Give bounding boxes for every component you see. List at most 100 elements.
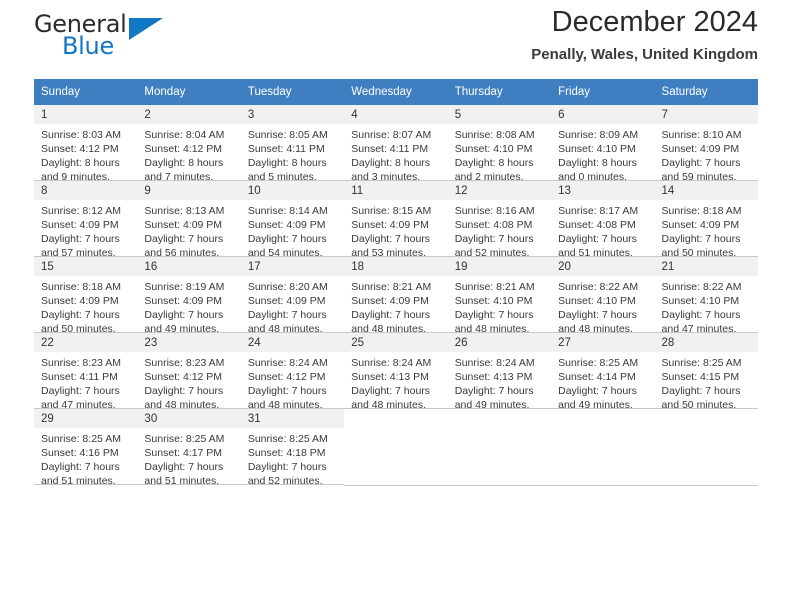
daylight-text-line1: Daylight: 7 hours xyxy=(41,309,120,321)
sunset-text: Sunset: 4:09 PM xyxy=(144,295,223,307)
calendar-day-cell[interactable]: 17 Sunrise: 8:20 AM Sunset: 4:09 PM Dayl… xyxy=(240,257,345,335)
calendar-day-cell[interactable]: 1 Sunrise: 8:03 AM Sunset: 4:12 PM Dayli… xyxy=(34,105,138,184)
calendar-day-cell[interactable]: 21 Sunrise: 8:22 AM Sunset: 4:10 PM Dayl… xyxy=(654,257,758,335)
sunrise-text: Sunrise: 8:05 AM xyxy=(247,129,328,141)
sunrise-sunset-calendar: Sunday Monday Tuesday Wednesday Thursday… xyxy=(34,79,758,488)
calendar-day-cell[interactable]: 31 Sunrise: 8:25 AM Sunset: 4:18 PM Dayl… xyxy=(240,409,345,488)
calendar-day-cell[interactable]: 9 Sunrise: 8:13 AM Sunset: 4:09 PM Dayli… xyxy=(137,181,241,259)
sunrise-text: Sunrise: 8:24 AM xyxy=(247,357,328,369)
day-number: 4 xyxy=(344,105,448,124)
sunrise-text: Sunrise: 8:14 AM xyxy=(247,205,328,217)
daylight-text-line1: Daylight: 7 hours xyxy=(454,309,534,321)
daylight-text-line1: Daylight: 7 hours xyxy=(558,233,637,245)
day-details: Sunrise: 8:10 AM Sunset: 4:09 PM Dayligh… xyxy=(655,124,758,184)
sunset-text: Sunset: 4:13 PM xyxy=(454,371,533,383)
calendar-day-cell[interactable]: 6 Sunrise: 8:09 AM Sunset: 4:10 PM Dayli… xyxy=(551,105,655,183)
calendar-day-cell[interactable]: 28 Sunrise: 8:25 AM Sunset: 4:15 PM Dayl… xyxy=(654,333,758,411)
sunrise-text: Sunrise: 8:23 AM xyxy=(144,357,225,369)
calendar-day-cell[interactable]: 20 Sunrise: 8:22 AM Sunset: 4:10 PM Dayl… xyxy=(551,257,655,336)
calendar-day-cell[interactable]: 12 Sunrise: 8:16 AM Sunset: 4:08 PM Dayl… xyxy=(447,181,552,259)
calendar-day-cell[interactable]: 11 Sunrise: 8:15 AM Sunset: 4:09 PM Dayl… xyxy=(344,181,448,260)
daylight-text-line1: Daylight: 7 hours xyxy=(144,385,224,397)
day-number: 22 xyxy=(34,333,138,352)
calendar-page: General Blue December 2024 Penally, Wale… xyxy=(0,0,792,612)
calendar-day-cell[interactable]: 13 Sunrise: 8:17 AM Sunset: 4:08 PM Dayl… xyxy=(551,181,655,260)
day-details: Sunrise: 8:25 AM Sunset: 4:18 PM Dayligh… xyxy=(241,428,344,488)
sunrise-text: Sunrise: 8:08 AM xyxy=(454,129,535,141)
calendar-day-cell[interactable]: 29 Sunrise: 8:25 AM Sunset: 4:16 PM Dayl… xyxy=(34,409,138,488)
calendar-day-cell[interactable]: 18 Sunrise: 8:21 AM Sunset: 4:09 PM Dayl… xyxy=(344,257,448,336)
calendar-body: 1 Sunrise: 8:03 AM Sunset: 4:12 PM Dayli… xyxy=(34,105,758,488)
daylight-text-line2: and 51 minutes. xyxy=(41,475,116,487)
sunset-text: Sunset: 4:12 PM xyxy=(144,143,223,155)
calendar-day-cell-empty xyxy=(344,409,448,486)
day-details: Sunrise: 8:03 AM Sunset: 4:12 PM Dayligh… xyxy=(34,124,137,184)
day-number: 14 xyxy=(654,181,758,200)
daylight-text-line1: Daylight: 8 hours xyxy=(144,157,224,169)
sunrise-text: Sunrise: 8:19 AM xyxy=(144,281,225,293)
daylight-text-line1: Daylight: 7 hours xyxy=(558,309,637,321)
day-number: 30 xyxy=(137,409,241,428)
calendar-day-cell[interactable]: 10 Sunrise: 8:14 AM Sunset: 4:09 PM Dayl… xyxy=(240,181,345,259)
sunset-text: Sunset: 4:13 PM xyxy=(351,371,429,383)
sunrise-text: Sunrise: 8:25 AM xyxy=(558,357,639,369)
calendar-day-cell[interactable]: 2 Sunrise: 8:04 AM Sunset: 4:12 PM Dayli… xyxy=(137,105,241,184)
sunrise-text: Sunrise: 8:24 AM xyxy=(351,357,432,369)
day-number: 20 xyxy=(551,257,655,276)
calendar-day-cell[interactable]: 15 Sunrise: 8:18 AM Sunset: 4:09 PM Dayl… xyxy=(34,257,138,335)
calendar-day-cell[interactable]: 4 Sunrise: 8:07 AM Sunset: 4:11 PM Dayli… xyxy=(344,105,448,183)
sunrise-text: Sunrise: 8:25 AM xyxy=(661,357,742,369)
calendar-day-cell[interactable]: 8 Sunrise: 8:12 AM Sunset: 4:09 PM Dayli… xyxy=(34,181,138,259)
sunset-text: Sunset: 4:12 PM xyxy=(247,371,326,383)
day-details: Sunrise: 8:22 AM Sunset: 4:10 PM Dayligh… xyxy=(551,276,654,336)
sunrise-text: Sunrise: 8:03 AM xyxy=(41,129,121,141)
sunset-text: Sunset: 4:17 PM xyxy=(144,447,223,459)
calendar-day-cell[interactable]: 24 Sunrise: 8:24 AM Sunset: 4:12 PM Dayl… xyxy=(240,333,345,411)
calendar-week-row: 15 Sunrise: 8:18 AM Sunset: 4:09 PM Dayl… xyxy=(34,257,758,336)
daylight-text-line1: Daylight: 7 hours xyxy=(41,385,120,397)
daylight-text-line1: Daylight: 7 hours xyxy=(247,309,327,321)
daylight-text-line1: Daylight: 8 hours xyxy=(558,157,637,169)
calendar-day-cell[interactable]: 23 Sunrise: 8:23 AM Sunset: 4:12 PM Dayl… xyxy=(137,333,241,411)
sunset-text: Sunset: 4:14 PM xyxy=(558,371,636,383)
daylight-text-line1: Daylight: 7 hours xyxy=(41,461,120,473)
calendar-day-cell[interactable]: 27 Sunrise: 8:25 AM Sunset: 4:14 PM Dayl… xyxy=(551,333,655,411)
calendar-day-cell[interactable]: 7 Sunrise: 8:10 AM Sunset: 4:09 PM Dayli… xyxy=(654,105,758,184)
calendar-day-cell[interactable]: 5 Sunrise: 8:08 AM Sunset: 4:10 PM Dayli… xyxy=(447,105,552,183)
calendar-day-cell[interactable]: 3 Sunrise: 8:05 AM Sunset: 4:11 PM Dayli… xyxy=(240,105,345,183)
calendar-day-cell[interactable]: 19 Sunrise: 8:21 AM Sunset: 4:10 PM Dayl… xyxy=(447,257,552,335)
day-details: Sunrise: 8:17 AM Sunset: 4:08 PM Dayligh… xyxy=(551,200,654,260)
calendar-day-cell-empty xyxy=(447,409,552,486)
weekday-header-wednesday: Wednesday xyxy=(344,79,448,105)
sunset-text: Sunset: 4:08 PM xyxy=(558,219,636,231)
day-details: Sunrise: 8:25 AM Sunset: 4:16 PM Dayligh… xyxy=(34,428,137,488)
sunset-text: Sunset: 4:09 PM xyxy=(661,143,740,155)
day-number: 19 xyxy=(447,257,552,276)
day-number: 9 xyxy=(137,181,241,200)
day-details: Sunrise: 8:15 AM Sunset: 4:09 PM Dayligh… xyxy=(344,200,447,260)
calendar-day-cell[interactable]: 22 Sunrise: 8:23 AM Sunset: 4:11 PM Dayl… xyxy=(34,333,138,411)
calendar-week-row: 8 Sunrise: 8:12 AM Sunset: 4:09 PM Dayli… xyxy=(34,181,758,260)
day-number: 2 xyxy=(137,105,241,124)
daylight-text-line1: Daylight: 7 hours xyxy=(454,233,534,245)
sunrise-text: Sunrise: 8:10 AM xyxy=(661,129,742,141)
daylight-text-line1: Daylight: 8 hours xyxy=(41,157,120,169)
day-details: Sunrise: 8:04 AM Sunset: 4:12 PM Dayligh… xyxy=(137,124,240,184)
sunset-text: Sunset: 4:08 PM xyxy=(454,219,533,231)
weekday-header-monday: Monday xyxy=(137,79,241,105)
calendar-day-cell[interactable]: 30 Sunrise: 8:25 AM Sunset: 4:17 PM Dayl… xyxy=(137,409,241,487)
day-details: Sunrise: 8:21 AM Sunset: 4:09 PM Dayligh… xyxy=(344,276,447,336)
day-number: 10 xyxy=(240,181,345,200)
sunset-text: Sunset: 4:09 PM xyxy=(661,219,740,231)
sunrise-text: Sunrise: 8:18 AM xyxy=(41,281,121,293)
calendar-day-cell[interactable]: 14 Sunrise: 8:18 AM Sunset: 4:09 PM Dayl… xyxy=(654,181,758,259)
calendar-day-cell[interactable]: 25 Sunrise: 8:24 AM Sunset: 4:13 PM Dayl… xyxy=(344,333,448,411)
day-number: 8 xyxy=(34,181,138,200)
calendar-week-row: 29 Sunrise: 8:25 AM Sunset: 4:16 PM Dayl… xyxy=(34,409,758,488)
day-number: 1 xyxy=(34,105,138,124)
calendar-day-cell-empty xyxy=(654,409,758,486)
calendar-day-cell[interactable]: 26 Sunrise: 8:24 AM Sunset: 4:13 PM Dayl… xyxy=(447,333,552,411)
general-blue-logo[interactable]: General Blue xyxy=(34,10,214,62)
calendar-day-cell[interactable]: 16 Sunrise: 8:19 AM Sunset: 4:09 PM Dayl… xyxy=(137,257,241,335)
sunrise-text: Sunrise: 8:15 AM xyxy=(351,205,432,217)
